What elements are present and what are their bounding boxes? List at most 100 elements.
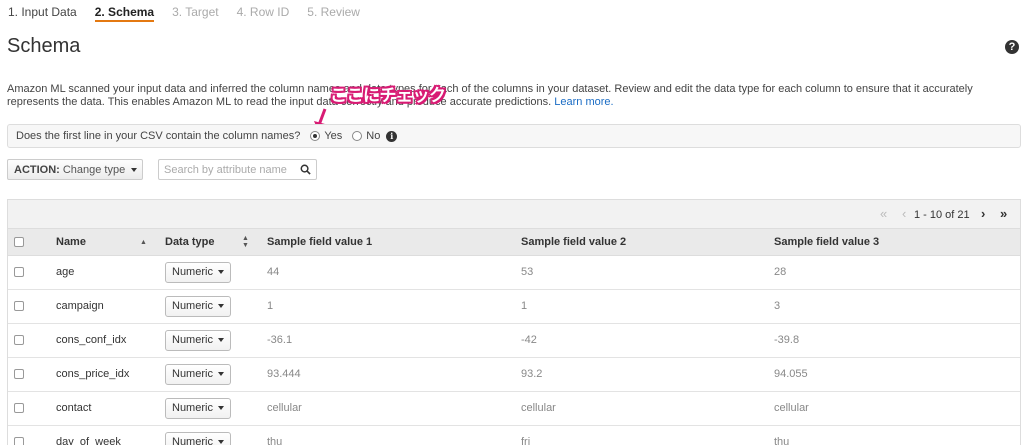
- sample-value-2: 93.2: [521, 368, 543, 380]
- description: Amazon ML scanned your input data and in…: [7, 83, 1007, 109]
- data-type-select[interactable]: Numeric: [165, 397, 231, 419]
- attribute-name: day_of_week: [56, 436, 121, 445]
- chevron-down-icon: [131, 167, 138, 172]
- attribute-name: cons_conf_idx: [56, 334, 127, 346]
- search-box: [158, 159, 317, 180]
- info-icon[interactable]: i: [386, 130, 398, 142]
- table-row: cons_conf_idx Numeric -36.1 -42 -39.8: [8, 323, 1020, 357]
- search-icon[interactable]: [300, 164, 311, 175]
- annotation-callout: ここにチェック: [330, 86, 446, 106]
- chevron-down-icon: [217, 304, 224, 308]
- step-review: 5. Review: [307, 5, 360, 19]
- select-all-checkbox[interactable]: [14, 236, 24, 247]
- sample-value-1: 1: [267, 300, 274, 312]
- sample-value-3: 28: [774, 266, 787, 278]
- sample-value-3: cellular: [774, 402, 809, 414]
- data-type-value: Numeric: [172, 436, 213, 445]
- column-header-sample-3: Sample field value 3: [774, 229, 1020, 256]
- data-type-select[interactable]: Numeric: [165, 431, 231, 445]
- row-checkbox[interactable]: [14, 267, 24, 278]
- description-line-1: Amazon ML scanned your input data and in…: [7, 83, 973, 95]
- column-header-name[interactable]: Name ▲: [56, 229, 165, 256]
- chevron-down-icon: [217, 406, 224, 410]
- sample-value-3: 94.055: [774, 368, 808, 380]
- yes-label[interactable]: Yes: [324, 130, 342, 142]
- schema-table: Name ▲ Data type ▲ ▼ Sample field value 1…: [8, 229, 1020, 445]
- sample-value-2: cellular: [521, 402, 556, 414]
- wizard-steps: 1. Input Data 2. Schema 3. Target 4. Row…: [8, 0, 378, 22]
- sample-value-3: 3: [774, 300, 781, 312]
- sample-value-2: fri: [521, 436, 531, 445]
- step-target: 3. Target: [172, 5, 219, 19]
- page-range: 1 - 10 of 21: [914, 209, 970, 221]
- sort-icon[interactable]: ▲ ▼: [242, 235, 249, 249]
- data-type-value: Numeric: [172, 300, 213, 312]
- data-type-value: Numeric: [172, 368, 213, 380]
- data-type-value: Numeric: [172, 266, 213, 278]
- help-icon[interactable]: ?: [1005, 40, 1019, 54]
- step-input-data[interactable]: 1. Input Data: [8, 0, 77, 22]
- sample-value-2: 53: [521, 266, 534, 278]
- description-line-2: represents the data. This enables Amazon…: [7, 96, 552, 108]
- column-header-data-type-label: Data type: [165, 235, 215, 248]
- row-checkbox[interactable]: [14, 369, 24, 380]
- search-input[interactable]: [164, 163, 294, 176]
- table-row: campaign Numeric 1 1 3: [8, 289, 1020, 323]
- column-header-data-type[interactable]: Data type ▲ ▼: [165, 229, 267, 256]
- chevron-down-icon: [217, 338, 224, 342]
- sample-value-3: thu: [774, 436, 790, 445]
- data-type-select[interactable]: Numeric: [165, 261, 231, 283]
- attribute-name: cons_price_idx: [56, 368, 130, 380]
- action-label: Change type: [62, 163, 126, 176]
- header-row-question: Does the first line in your CSV contain …: [7, 124, 1021, 148]
- sample-value-1: 44: [267, 266, 280, 278]
- sample-value-1: -36.1: [267, 334, 293, 346]
- first-page-icon[interactable]: «: [880, 206, 887, 221]
- data-type-value: Numeric: [172, 334, 213, 346]
- data-type-select[interactable]: Numeric: [165, 295, 231, 317]
- table-row: age Numeric 44 53 28: [8, 255, 1020, 289]
- no-label[interactable]: No: [366, 130, 380, 142]
- row-checkbox[interactable]: [14, 301, 24, 312]
- chevron-down-icon: [217, 270, 224, 274]
- row-checkbox[interactable]: [14, 335, 24, 346]
- yes-radio[interactable]: [310, 131, 321, 141]
- table-header-row: Name ▲ Data type ▲ ▼ Sample field value 1…: [8, 229, 1020, 256]
- column-header-name-label: Name: [56, 235, 86, 248]
- action-dropdown[interactable]: ACTION: Change type: [7, 159, 143, 180]
- column-header-sample-2: Sample field value 2: [521, 229, 774, 256]
- pagination-bar: « ‹ 1 - 10 of 21 › »: [8, 200, 1020, 229]
- row-checkbox[interactable]: [14, 437, 24, 445]
- sample-value-2: 1: [521, 300, 528, 312]
- row-checkbox[interactable]: [14, 403, 24, 414]
- page-title: Schema: [7, 35, 81, 57]
- chevron-down-icon: [217, 440, 224, 444]
- question-text: Does the first line in your CSV contain …: [16, 130, 301, 142]
- column-header-sample-1: Sample field value 1: [267, 229, 521, 256]
- sample-value-1: thu: [267, 436, 283, 445]
- attribute-name: campaign: [56, 300, 104, 312]
- attribute-name: contact: [56, 402, 92, 414]
- last-page-icon[interactable]: »: [1000, 206, 1007, 221]
- sample-value-3: -39.8: [774, 334, 800, 346]
- chevron-down-icon: [217, 372, 224, 376]
- table-row: day_of_week Numeric thu fri thu: [8, 425, 1020, 445]
- data-type-select[interactable]: Numeric: [165, 329, 231, 351]
- action-prefix: ACTION:: [14, 163, 60, 176]
- sort-asc-icon[interactable]: ▲: [140, 239, 147, 246]
- learn-more-link[interactable]: Learn more.: [554, 96, 613, 108]
- sample-value-2: -42: [521, 334, 537, 346]
- sample-value-1: 93.444: [267, 368, 301, 380]
- sample-value-1: cellular: [267, 402, 302, 414]
- next-page-icon[interactable]: ›: [981, 206, 985, 221]
- step-schema[interactable]: 2. Schema: [94, 0, 155, 22]
- no-radio[interactable]: [352, 131, 363, 141]
- data-type-value: Numeric: [172, 402, 213, 414]
- table-row: cons_price_idx Numeric 93.444 93.2 94.05…: [8, 357, 1020, 391]
- prev-page-icon[interactable]: ‹: [902, 206, 906, 221]
- attribute-name: age: [56, 266, 75, 278]
- step-row-id: 4. Row ID: [236, 5, 290, 19]
- data-type-select[interactable]: Numeric: [165, 363, 231, 385]
- schema-grid: « ‹ 1 - 10 of 21 › » Name ▲ Data type ▲ ▼…: [7, 199, 1021, 445]
- table-row: contact Numeric cellular cellular cellul…: [8, 391, 1020, 425]
